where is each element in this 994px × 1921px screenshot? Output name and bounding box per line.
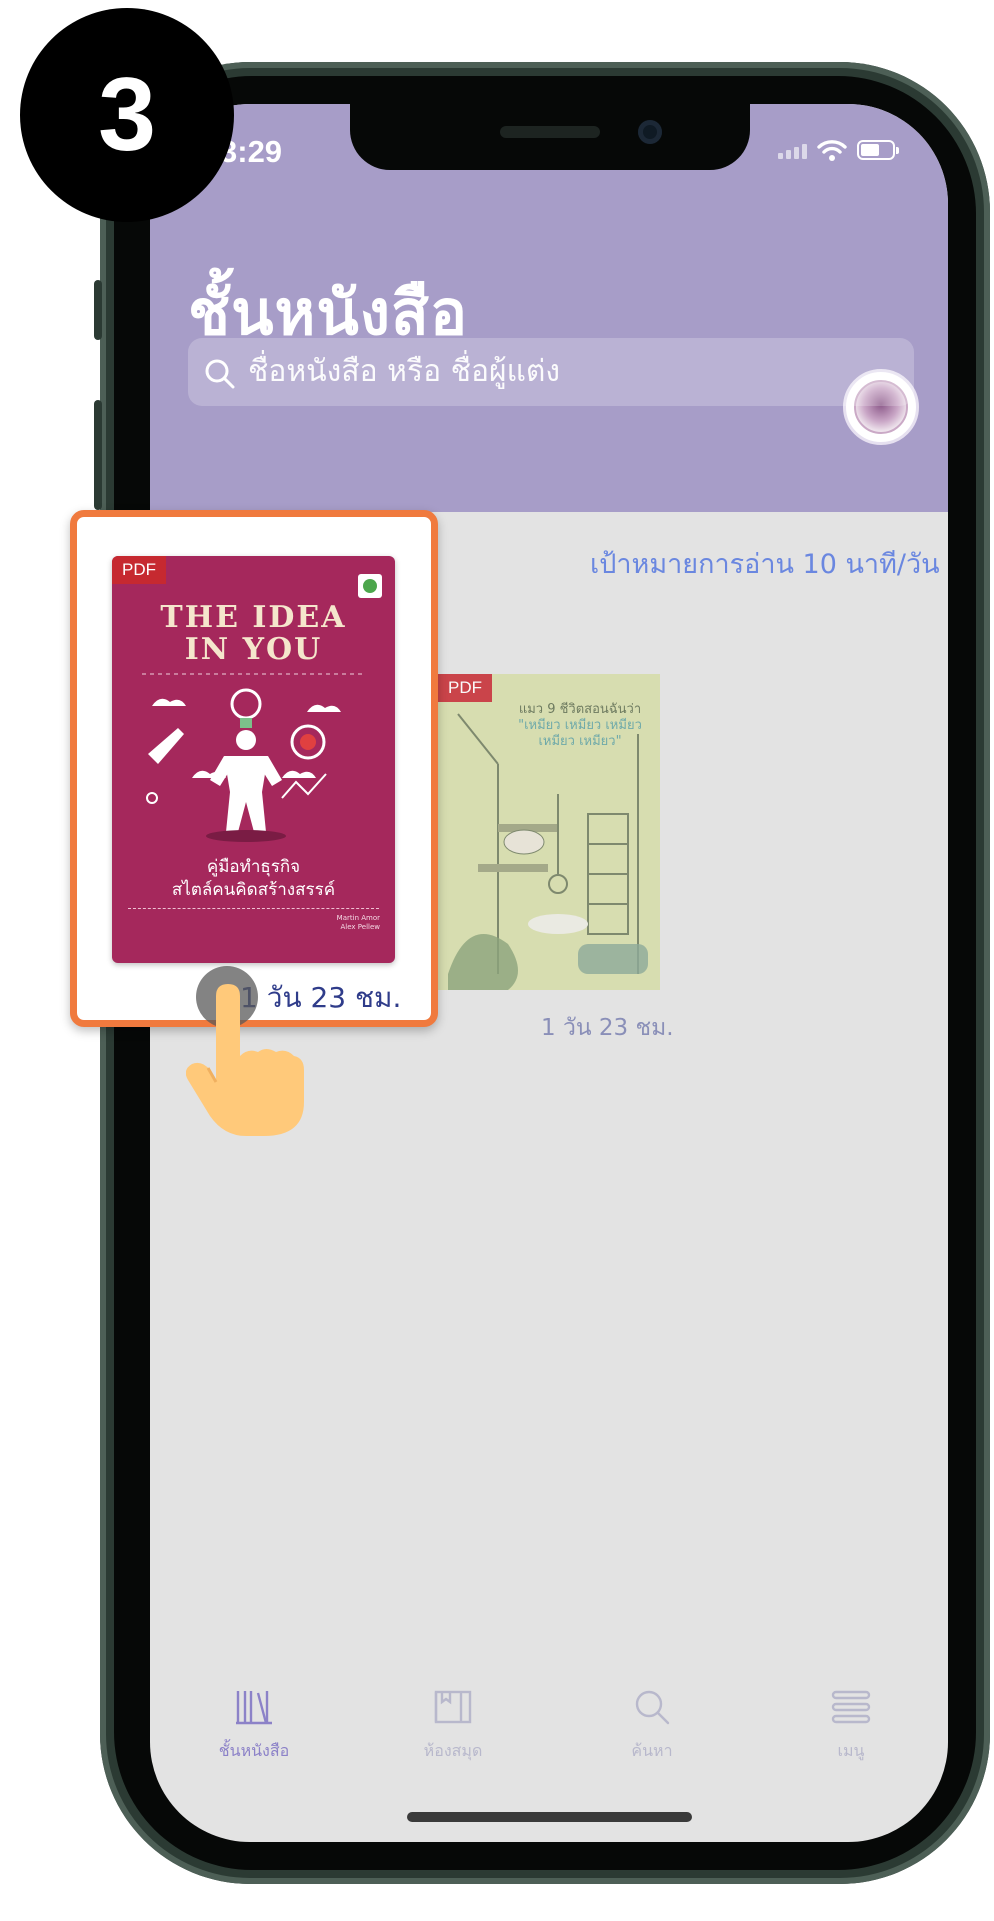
cover-subtitle-line1: คู่มือทำธุรกิจ <box>206 857 301 877</box>
step-number-badge: 3 <box>20 8 234 222</box>
pdf-badge: PDF <box>112 556 166 584</box>
cover-divider <box>128 908 379 909</box>
bookshelf-icon <box>236 1691 272 1725</box>
menu-icon <box>831 1690 871 1724</box>
home-indicator <box>407 1812 692 1822</box>
battery-icon <box>857 140 899 160</box>
tab-label: ชั้นหนังสือ <box>218 1741 290 1760</box>
mute-switch <box>94 280 102 340</box>
wifi-icon <box>817 140 847 161</box>
search-icon <box>205 359 235 389</box>
pointing-hand-icon <box>186 984 304 1136</box>
tab-search[interactable]: ค้นหา <box>592 1689 712 1764</box>
pdf-badge: PDF <box>438 674 492 702</box>
book-cover-1[interactable]: PDF THE IDEA IN YOU คู่มือทำธุรกิจ สไตล์… <box>112 556 395 963</box>
search-placeholder: ชื่อหนังสือ หรือ ชื่อผู้แต่ง <box>248 354 561 389</box>
reading-goal-link[interactable]: เป้าหมายการอ่าน 10 นาที/วัน <box>590 542 940 585</box>
publisher-logo <box>358 574 382 598</box>
notch <box>350 104 750 170</box>
cover-illustration <box>142 673 365 842</box>
book-cover-2-title: แมว 9 ชีวิตสอนฉันว่า "เหมียว เหมียว เหมี… <box>518 702 642 749</box>
search-icon <box>635 1690 670 1725</box>
book-cover-2[interactable]: PDF แมว 9 ชีวิตสอนฉันว่า "เหมียว เหมียว … <box>438 674 660 990</box>
cover-title-line2: IN YOU <box>184 632 323 667</box>
tab-label: ค้นหา <box>631 1741 673 1760</box>
speaker-grille <box>500 126 600 138</box>
library-book-icon <box>434 1690 472 1724</box>
step-number: 3 <box>98 56 156 173</box>
tab-library[interactable]: ห้องสมุด <box>393 1689 513 1764</box>
cover-authors: Martin Amor Alex Pellew <box>336 914 380 931</box>
tab-menu[interactable]: เมนู <box>791 1689 911 1764</box>
front-camera <box>638 120 662 144</box>
book-due-time-2: 1 วัน 23 ชม. <box>541 1015 674 1041</box>
cover-subtitle-line2: สไตล์คนคิดสร้างสรรค์ <box>171 880 336 900</box>
signal-icon <box>778 141 807 159</box>
tab-label: ห้องสมุด <box>423 1741 483 1760</box>
volume-up-button <box>94 400 102 510</box>
tab-bookshelf[interactable]: ชั้นหนังสือ <box>194 1689 314 1764</box>
tab-label: เมนู <box>837 1741 865 1760</box>
status-icons <box>778 138 899 162</box>
cover-title-line1: THE IDEA <box>160 600 347 635</box>
